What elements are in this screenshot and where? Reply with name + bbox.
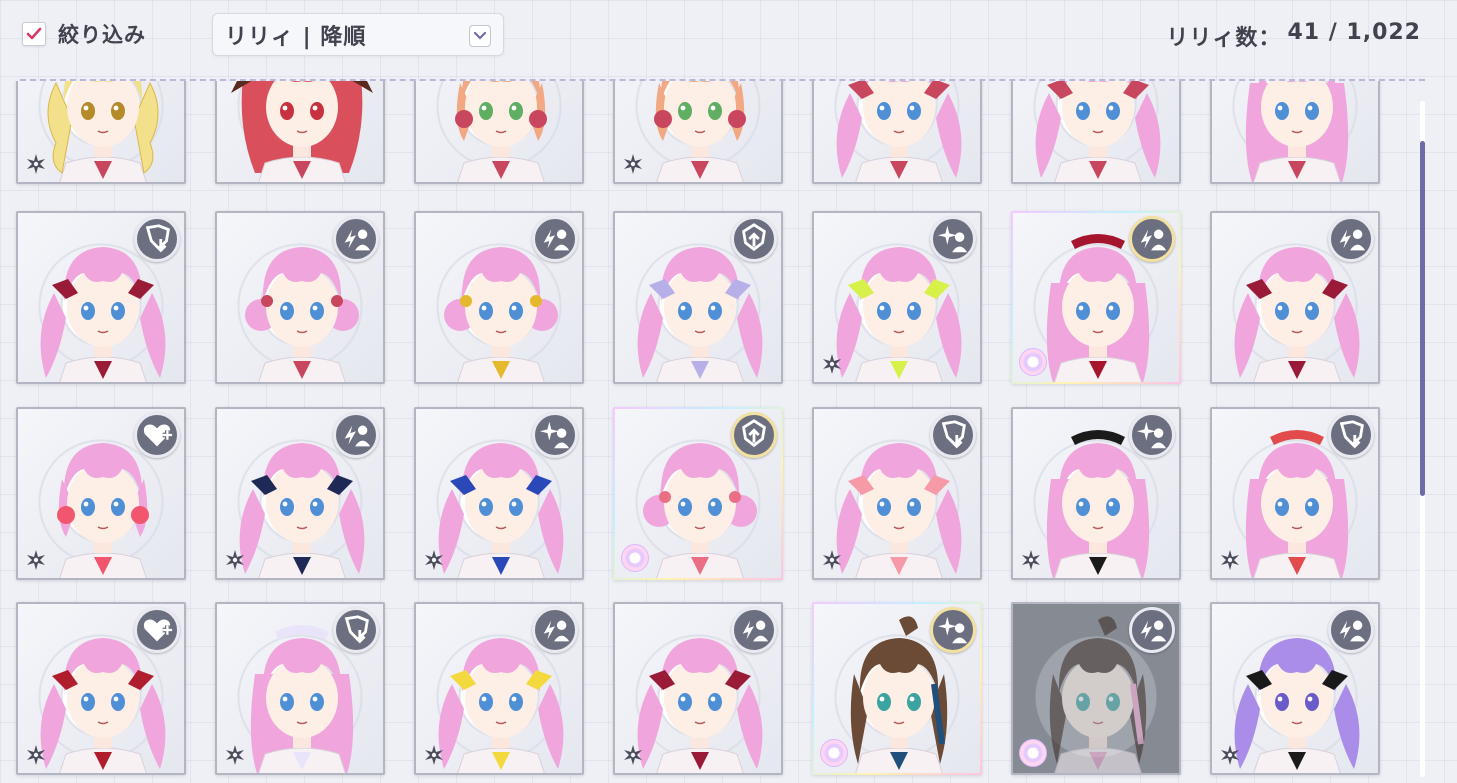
lily-flower-icon [24, 743, 48, 767]
lily-count-value: 41 / 1,022 [1287, 20, 1421, 45]
heart-plus-icon [134, 607, 180, 653]
lily-portrait [47, 81, 159, 182]
sparkle-person-icon [1129, 412, 1175, 458]
lily-flower-icon [422, 548, 446, 572]
rare-emblem-icon [1019, 348, 1047, 376]
filter-label: 絞り込み [58, 23, 146, 47]
lily-flower-icon [820, 548, 844, 572]
chevron-down-icon [469, 25, 491, 47]
lily-flower-icon [1218, 743, 1242, 767]
lily-card[interactable] [215, 81, 385, 184]
lily-grid[interactable] [0, 81, 1400, 783]
sort-dropdown[interactable]: リリィ | 降順 [212, 13, 504, 56]
sparkle-person-icon [930, 607, 976, 653]
lily-flower-icon [422, 743, 446, 767]
lily-card[interactable] [414, 407, 584, 580]
lily-card[interactable] [1011, 407, 1181, 580]
lily-card[interactable] [1011, 81, 1181, 184]
lily-flower-icon [621, 152, 645, 176]
lightning-person-icon [532, 216, 578, 262]
rare-emblem-icon [621, 544, 649, 572]
lily-flower-icon [24, 152, 48, 176]
rare-emblem-icon [1019, 739, 1047, 767]
lightning-person-icon [333, 216, 379, 262]
sparkle-person-icon [930, 216, 976, 262]
lily-card[interactable] [613, 602, 783, 775]
checkmark-icon [26, 27, 42, 40]
lily-count-label: リリィ数： [1166, 26, 1282, 51]
lightning-person-icon [1328, 607, 1374, 653]
lily-portrait [654, 81, 746, 182]
shield-down-icon [930, 412, 976, 458]
lily-card[interactable] [613, 407, 783, 580]
lily-portrait [1035, 81, 1161, 182]
lily-portrait [455, 81, 547, 182]
lily-flower-icon [24, 548, 48, 572]
lily-card[interactable] [16, 407, 186, 580]
shield-up-icon [731, 412, 777, 458]
lily-flower-icon [621, 743, 645, 767]
top-bar: 絞り込み リリィ | 降順 リリィ数： 41 / 1,022 [0, 0, 1457, 80]
shield-up-icon [731, 216, 777, 262]
sparkle-person-icon [532, 412, 578, 458]
scrollbar-track[interactable] [1420, 101, 1425, 777]
lily-portrait [231, 81, 373, 182]
lily-card[interactable] [414, 211, 584, 384]
lily-flower-icon [1218, 548, 1242, 572]
lily-card[interactable] [1210, 407, 1380, 580]
sort-value: リリィ | 降順 [225, 24, 367, 50]
lily-flower-icon [223, 548, 247, 572]
lily-card[interactable] [812, 211, 982, 384]
lily-card[interactable] [16, 602, 186, 775]
lily-card[interactable] [1210, 211, 1380, 384]
shield-down-icon [333, 607, 379, 653]
rare-emblem-icon [820, 739, 848, 767]
lightning-person-icon [731, 607, 777, 653]
scrollbar-thumb[interactable] [1420, 141, 1425, 496]
lily-flower-icon [820, 352, 844, 376]
lily-count: リリィ数： 41 / 1,022 [1166, 20, 1421, 52]
lily-card[interactable] [613, 81, 783, 184]
lily-flower-icon [223, 743, 247, 767]
lily-card[interactable] [215, 602, 385, 775]
lightning-person-icon [1328, 216, 1374, 262]
lily-portrait [1245, 81, 1349, 182]
lightning-person-icon [532, 607, 578, 653]
lily-card[interactable] [1011, 602, 1181, 775]
shield-down-icon [1328, 412, 1374, 458]
lily-card[interactable] [1210, 81, 1380, 184]
lily-portrait [836, 81, 962, 182]
lily-card[interactable] [1011, 211, 1181, 384]
lily-card[interactable] [414, 602, 584, 775]
filter-toggle[interactable]: 絞り込み [22, 18, 146, 50]
lightning-person-icon [333, 412, 379, 458]
lily-card[interactable] [215, 407, 385, 580]
lightning-person-icon [1129, 216, 1175, 262]
shield-down-icon [134, 216, 180, 262]
lily-card[interactable] [16, 81, 186, 184]
lily-card[interactable] [16, 211, 186, 384]
lily-card[interactable] [812, 602, 982, 775]
lightning-person-icon [1129, 607, 1175, 653]
lily-card[interactable] [613, 211, 783, 384]
lily-card[interactable] [215, 211, 385, 384]
lily-card[interactable] [812, 407, 982, 580]
lily-card[interactable] [414, 81, 584, 184]
filter-checkbox[interactable] [22, 22, 46, 46]
lily-card[interactable] [812, 81, 982, 184]
lily-flower-icon [1019, 548, 1043, 572]
lily-card[interactable] [1210, 602, 1380, 775]
heart-plus-icon [134, 412, 180, 458]
